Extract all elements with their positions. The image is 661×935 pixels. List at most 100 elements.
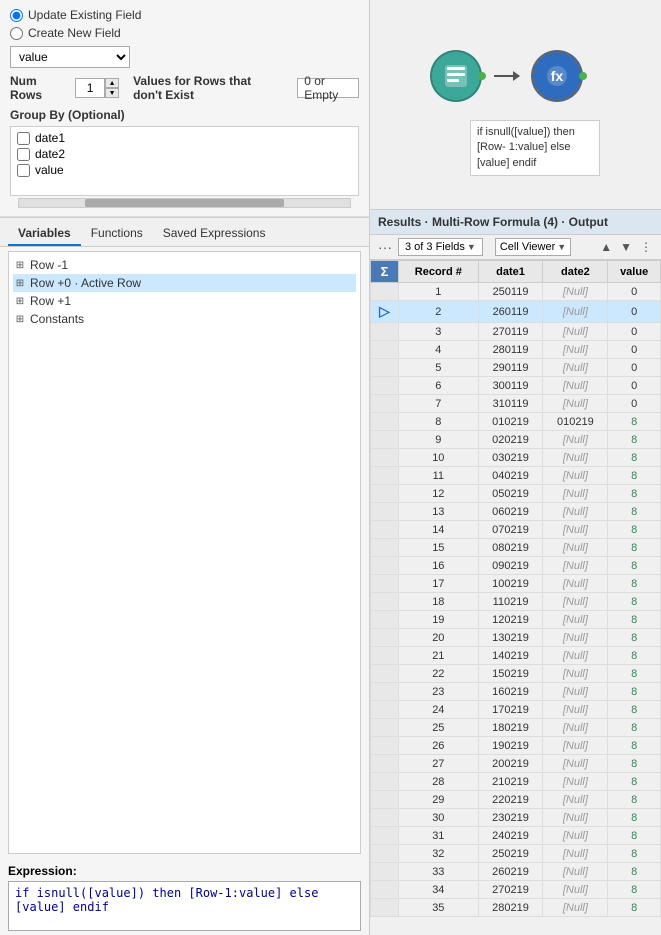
table-row[interactable]: ▷2260119[Null]0 — [371, 301, 661, 323]
spinner-up[interactable]: ▲ — [105, 78, 119, 88]
tree-row-minus1[interactable]: ⊞ Row -1 — [13, 256, 356, 274]
row-selector-cell — [371, 791, 399, 809]
group-by-date2-checkbox[interactable] — [17, 148, 30, 161]
table-row[interactable]: 32250219[Null]8 — [371, 845, 661, 863]
table-row[interactable]: 26190219[Null]8 — [371, 737, 661, 755]
table-row[interactable]: 12050219[Null]8 — [371, 485, 661, 503]
table-row[interactable]: 25180219[Null]8 — [371, 719, 661, 737]
fields-badge[interactable]: 3 of 3 Fields ▼ — [398, 238, 483, 256]
row-selector-cell — [371, 665, 399, 683]
formula-label: if isnull([value]) then [Row- 1:value] e… — [470, 120, 600, 176]
table-row[interactable]: 31240219[Null]8 — [371, 827, 661, 845]
tree-constants-label: Constants — [30, 312, 84, 326]
tree-row-0[interactable]: ⊞ Row +0 · Active Row — [13, 274, 356, 292]
table-body: 1250119[Null]0▷2260119[Null]03270119[Nul… — [371, 283, 661, 917]
record-cell: 4 — [399, 341, 479, 359]
spinner-down[interactable]: ▼ — [105, 88, 119, 98]
table-row[interactable]: 22150219[Null]8 — [371, 665, 661, 683]
table-row[interactable]: 19120219[Null]8 — [371, 611, 661, 629]
date2-cell: [Null] — [543, 503, 608, 521]
table-row[interactable]: 30230219[Null]8 — [371, 809, 661, 827]
record-cell: 9 — [399, 431, 479, 449]
num-rows-section: Num Rows ▲ ▼ Values for Rows that don't … — [10, 74, 359, 102]
table-row[interactable]: 29220219[Null]8 — [371, 791, 661, 809]
row-selector-cell — [371, 413, 399, 431]
nav-more-icon[interactable]: ⋮ — [637, 240, 655, 254]
table-row[interactable]: 6300119[Null]0 — [371, 377, 661, 395]
table-row[interactable]: 16090219[Null]8 — [371, 557, 661, 575]
row-selector-cell — [371, 323, 399, 341]
more-options-icon[interactable]: ··· — [376, 239, 394, 255]
table-row[interactable]: 23160219[Null]8 — [371, 683, 661, 701]
table-row[interactable]: 5290119[Null]0 — [371, 359, 661, 377]
table-row[interactable]: 14070219[Null]8 — [371, 521, 661, 539]
record-cell: 6 — [399, 377, 479, 395]
table-row[interactable]: 4280119[Null]0 — [371, 341, 661, 359]
table-row[interactable]: 3270119[Null]0 — [371, 323, 661, 341]
tab-saved-expressions[interactable]: Saved Expressions — [153, 222, 276, 246]
teal-node[interactable] — [430, 50, 482, 102]
tree-row-plus1[interactable]: ⊞ Row +1 — [13, 292, 356, 310]
group-by-date1-checkbox[interactable] — [17, 132, 30, 145]
table-row[interactable]: 21140219[Null]8 — [371, 647, 661, 665]
null-value: [Null] — [563, 740, 588, 752]
group-by-value-checkbox[interactable] — [17, 164, 30, 177]
table-row[interactable]: 1250119[Null]0 — [371, 283, 661, 301]
tab-functions[interactable]: Functions — [81, 222, 153, 246]
table-row[interactable]: 33260219[Null]8 — [371, 863, 661, 881]
field-select[interactable]: value date1 date2 — [10, 46, 130, 68]
null-value: [Null] — [563, 596, 588, 608]
table-row[interactable]: 15080219[Null]8 — [371, 539, 661, 557]
row-selector-cell — [371, 899, 399, 917]
table-row[interactable]: 35280219[Null]8 — [371, 899, 661, 917]
formula-label-text: if isnull([value]) then [Row- 1:value] e… — [477, 126, 575, 169]
nav-down-icon[interactable]: ▼ — [617, 240, 635, 254]
table-row[interactable]: 18110219[Null]8 — [371, 593, 661, 611]
row-selector-cell — [371, 755, 399, 773]
date1-cell: 120219 — [478, 611, 543, 629]
date2-cell: [Null] — [543, 629, 608, 647]
null-value: [Null] — [563, 542, 588, 554]
create-new-radio[interactable] — [10, 27, 23, 40]
table-row[interactable]: 34270219[Null]8 — [371, 881, 661, 899]
date2-cell: [Null] — [543, 431, 608, 449]
null-value: [Null] — [563, 812, 588, 824]
row-selector-cell — [371, 809, 399, 827]
num-rows-label: Num Rows — [10, 74, 61, 102]
num-rows-input[interactable] — [75, 78, 105, 98]
expression-box[interactable]: if isnull([value]) then [Row-1:value] el… — [8, 881, 361, 931]
null-value: [Null] — [563, 578, 588, 590]
cell-viewer-select[interactable]: Cell Viewer ▼ — [495, 238, 571, 256]
record-cell: 5 — [399, 359, 479, 377]
tree-constants[interactable]: ⊞ Constants — [13, 310, 356, 328]
scrollbar-thumb — [85, 199, 284, 207]
record-cell: 18 — [399, 593, 479, 611]
row-selector-cell — [371, 773, 399, 791]
table-row[interactable]: 20130219[Null]8 — [371, 629, 661, 647]
row-selector-cell — [371, 863, 399, 881]
blue-node[interactable]: fx — [531, 50, 583, 102]
row-selector-cell — [371, 377, 399, 395]
table-row[interactable]: 80102190102198 — [371, 413, 661, 431]
date1-cell: 220219 — [478, 791, 543, 809]
table-row[interactable]: 10030219[Null]8 — [371, 449, 661, 467]
date2-cell: [Null] — [543, 755, 608, 773]
results-table: Σ Record # date1 date2 value 1250119[Nul… — [370, 260, 661, 917]
table-row[interactable]: 13060219[Null]8 — [371, 503, 661, 521]
null-value: [Null] — [563, 650, 588, 662]
date1-cell: 010219 — [478, 413, 543, 431]
tab-variables[interactable]: Variables — [8, 222, 81, 246]
table-row[interactable]: 11040219[Null]8 — [371, 467, 661, 485]
expand-icon: ⊞ — [13, 312, 27, 326]
date1-cell: 060219 — [478, 503, 543, 521]
nav-up-icon[interactable]: ▲ — [597, 240, 615, 254]
horizontal-scrollbar[interactable] — [18, 198, 351, 208]
table-row[interactable]: 17100219[Null]8 — [371, 575, 661, 593]
data-table-wrap[interactable]: Σ Record # date1 date2 value 1250119[Nul… — [370, 260, 661, 935]
table-row[interactable]: 9020219[Null]8 — [371, 431, 661, 449]
table-row[interactable]: 24170219[Null]8 — [371, 701, 661, 719]
table-row[interactable]: 7310119[Null]0 — [371, 395, 661, 413]
table-row[interactable]: 28210219[Null]8 — [371, 773, 661, 791]
update-existing-radio[interactable] — [10, 9, 23, 22]
table-row[interactable]: 27200219[Null]8 — [371, 755, 661, 773]
